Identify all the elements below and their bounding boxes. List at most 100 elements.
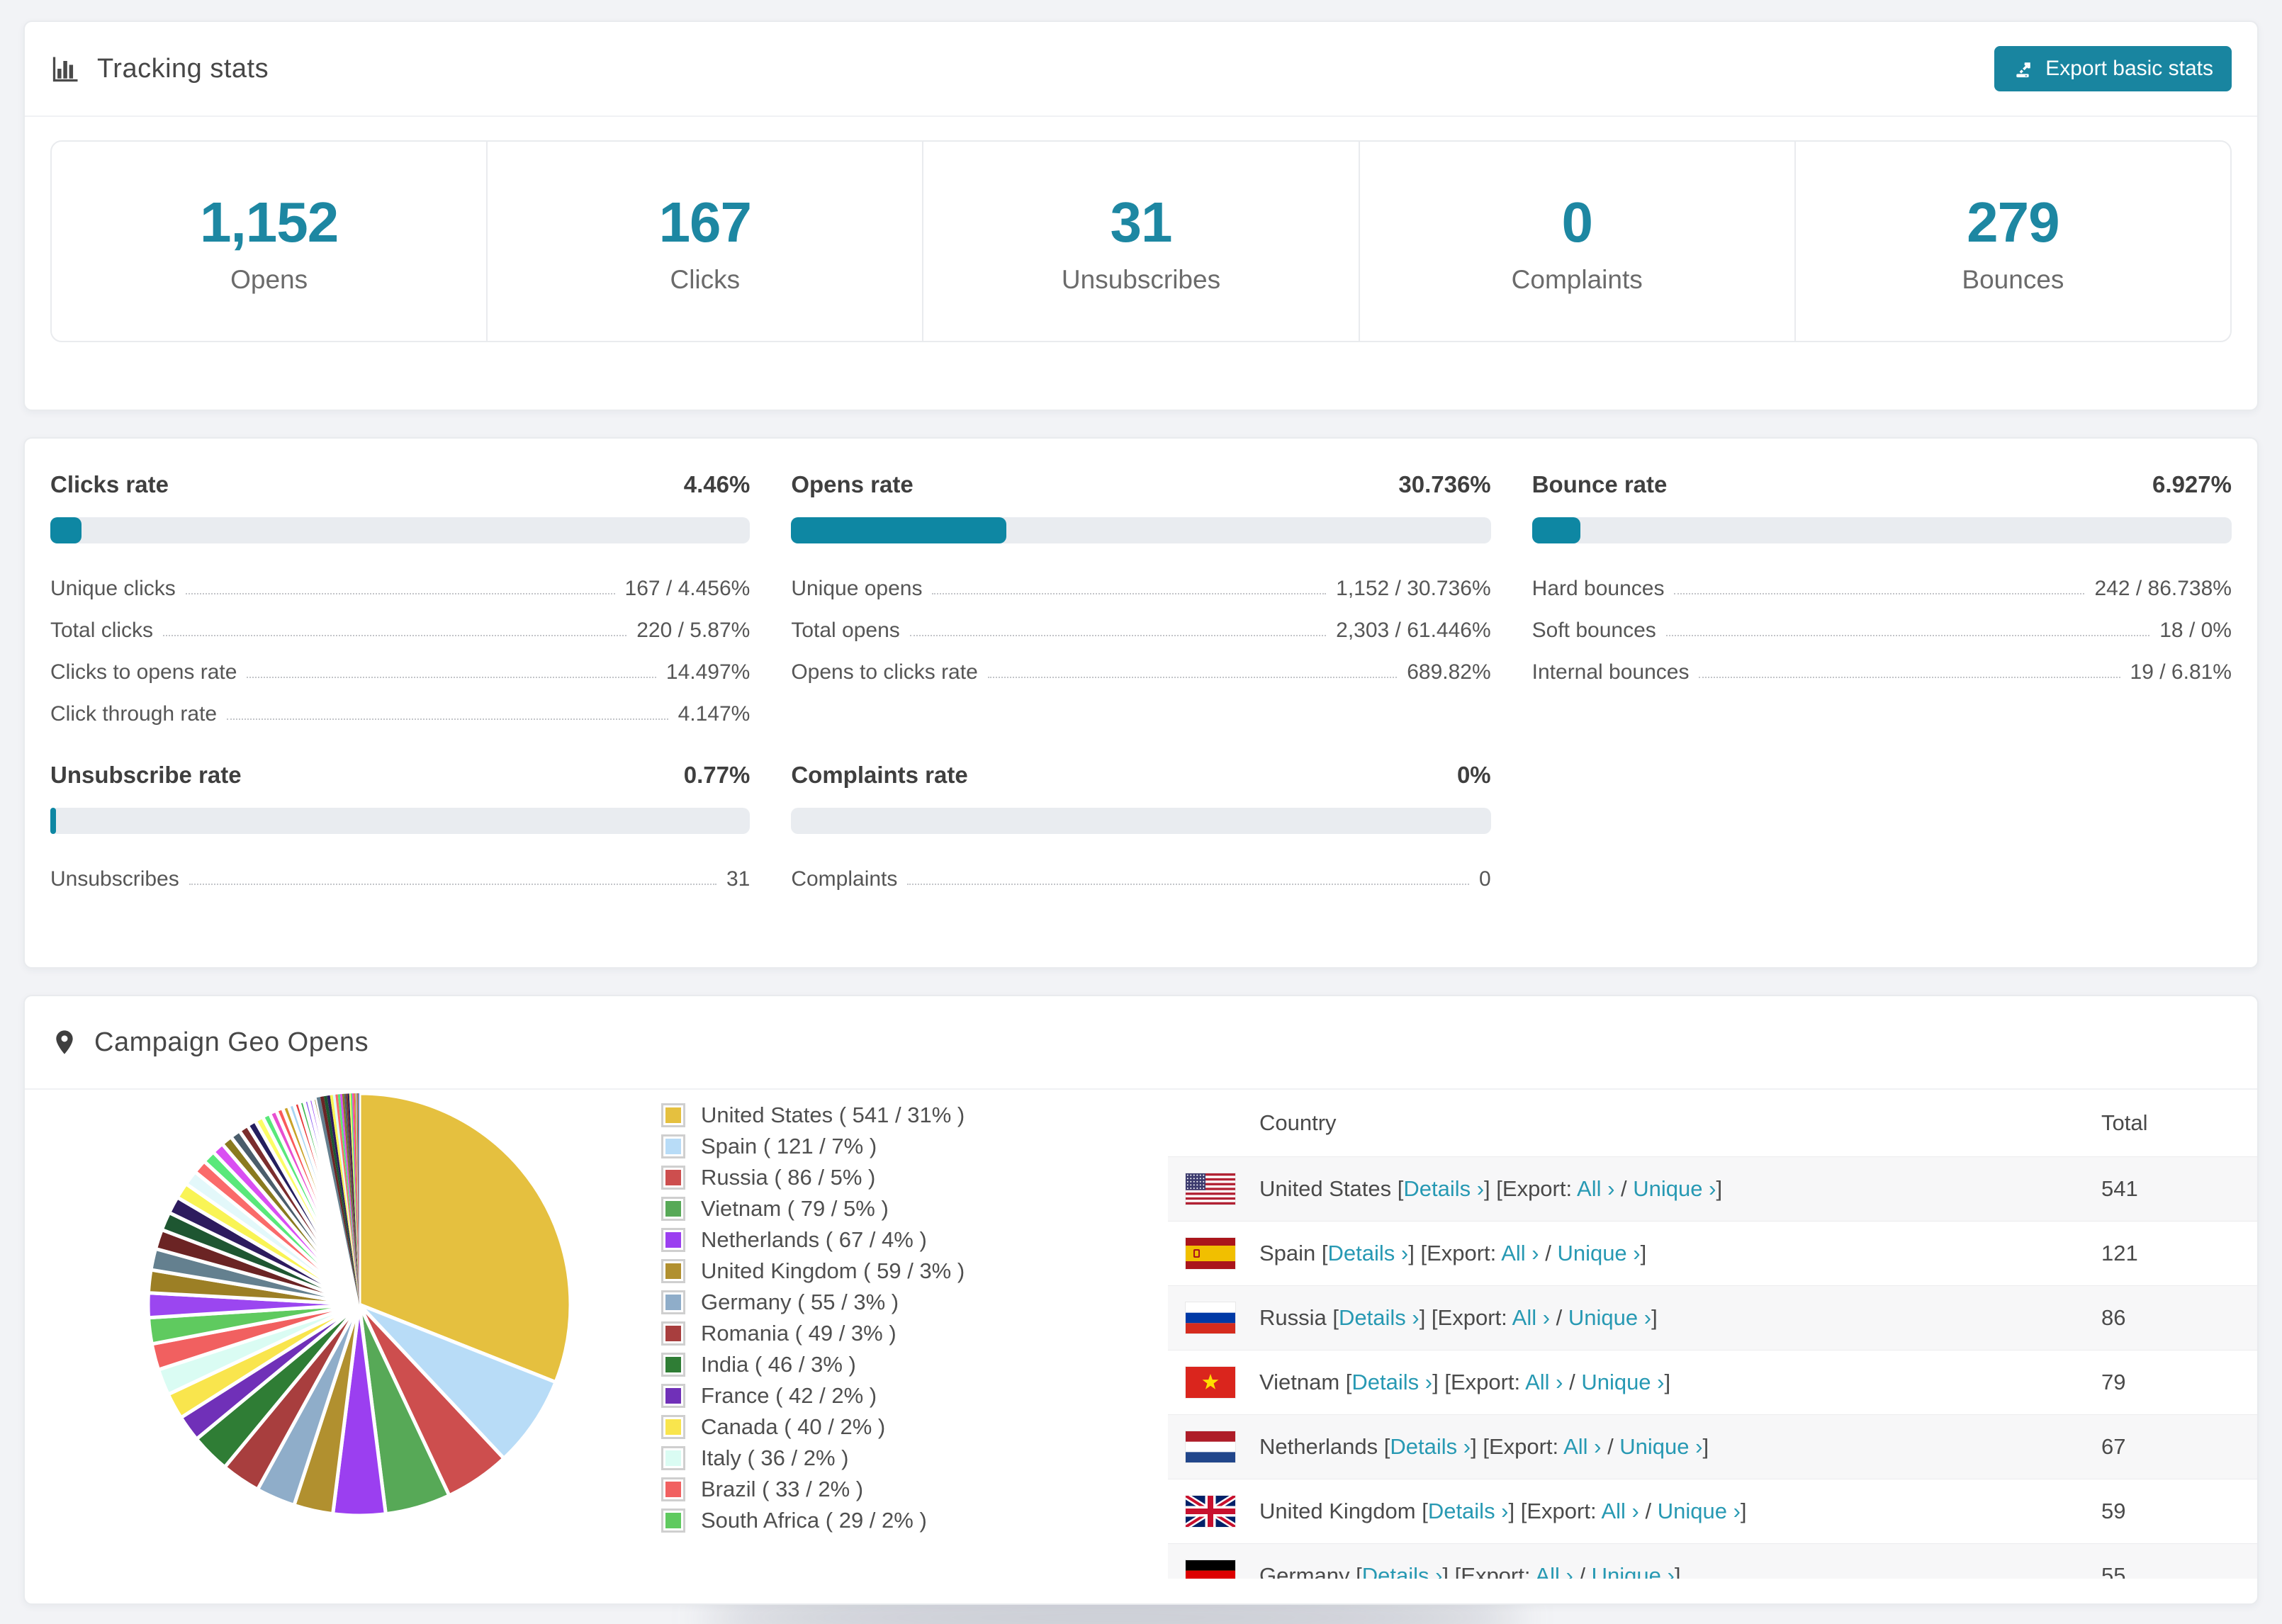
rate-panel: Bounce rate 6.927% Hard bounces 242 / 86… — [1531, 471, 2232, 726]
tracking-stats-card: Tracking stats Export basic stats 1,152 — [23, 21, 2259, 411]
dotted-leader — [987, 677, 1398, 678]
export-all-link[interactable]: All › — [1563, 1434, 1601, 1459]
export-unique-link[interactable]: Unique › — [1557, 1241, 1640, 1265]
rate-progress-fill — [791, 517, 1006, 543]
rate-title: Unsubscribe rate — [50, 762, 242, 788]
rate-stat-row: Clicks to opens rate 14.497% — [50, 643, 750, 684]
rate-stat-label: Complaints — [791, 867, 898, 891]
geo-table-header: Country Total — [1168, 1090, 2257, 1156]
export-button-label: Export basic stats — [2045, 57, 2213, 80]
rate-stat-row: Opens to clicks rate 689.82% — [791, 643, 1490, 684]
legend-label: Brazil ( 33 / 2% ) — [701, 1477, 864, 1501]
details-link[interactable]: Details › — [1428, 1499, 1509, 1523]
legend-swatch — [661, 1321, 685, 1346]
country-total: 121 — [2101, 1241, 2138, 1265]
rate-stat-value: 4.147% — [678, 702, 751, 726]
legend-label: United States ( 541 / 31% ) — [701, 1103, 965, 1127]
details-link[interactable]: Details › — [1403, 1176, 1484, 1201]
export-all-link[interactable]: All › — [1525, 1370, 1563, 1394]
rate-panel: Unsubscribe rate 0.77% Unsubscribes 31 — [50, 762, 751, 891]
details-link[interactable]: Details › — [1339, 1305, 1420, 1330]
legend-item[interactable]: Brazil ( 33 / 2% ) — [661, 1474, 965, 1505]
legend-item[interactable]: Romania ( 49 / 3% ) — [661, 1318, 965, 1349]
country-cell: United States [Details ›] [Export: All ›… — [1259, 1176, 1723, 1201]
details-link[interactable]: Details › — [1351, 1370, 1432, 1394]
legend-label: Germany ( 55 / 3% ) — [701, 1290, 899, 1314]
legend-label: France ( 42 / 2% ) — [701, 1383, 877, 1408]
rate-stat-label: Internal bounces — [1531, 660, 1690, 684]
legend-swatch — [661, 1166, 685, 1190]
export-unique-link[interactable]: Unique › — [1619, 1434, 1702, 1459]
map-pin-icon — [50, 1027, 79, 1058]
rate-stat-label: Opens to clicks rate — [791, 660, 978, 684]
rate-stat-value: 1,152 / 30.736% — [1336, 577, 1491, 600]
dotted-leader — [163, 635, 627, 636]
legend-label: United Kingdom ( 59 / 3% ) — [701, 1258, 965, 1283]
legend-item[interactable]: Germany ( 55 / 3% ) — [661, 1287, 965, 1318]
export-all-link[interactable]: All › — [1501, 1241, 1539, 1265]
rate-stat-value: 0 — [1478, 867, 1491, 891]
rate-stat-row: Hard bounces 242 / 86.738% — [1532, 559, 2232, 601]
export-all-link[interactable]: All › — [1577, 1176, 1614, 1201]
stat-label: Clicks — [670, 265, 741, 294]
country-name: Spain — [1259, 1241, 1316, 1265]
dotted-leader — [932, 593, 1327, 594]
dotted-leader — [907, 884, 1469, 885]
legend-item[interactable]: Spain ( 121 / 7% ) — [661, 1131, 965, 1162]
legend-item[interactable]: United States ( 541 / 31% ) — [661, 1100, 965, 1131]
geo-table: Country Total United States [Details ›] … — [1168, 1090, 2257, 1579]
rate-panel: Opens rate 30.736% Unique opens 1,152 / … — [791, 471, 1491, 726]
country-name: United States — [1259, 1176, 1392, 1201]
legend-item[interactable]: India ( 46 / 3% ) — [661, 1349, 965, 1380]
legend-swatch — [661, 1134, 685, 1158]
legend-swatch — [661, 1509, 685, 1533]
geo-title: Campaign Geo Opens — [94, 1027, 369, 1057]
country-total: 59 — [2101, 1499, 2126, 1523]
export-all-link[interactable]: All › — [1535, 1563, 1573, 1579]
details-link[interactable]: Details › — [1328, 1241, 1409, 1265]
legend-item[interactable]: Netherlands ( 67 / 4% ) — [661, 1224, 965, 1256]
geo-pie-chart[interactable] — [146, 1091, 573, 1518]
column-header-country: Country — [1259, 1110, 1337, 1135]
stat-label: Unsubscribes — [1061, 265, 1221, 294]
details-link[interactable]: Details › — [1390, 1434, 1471, 1459]
legend-item[interactable]: United Kingdom ( 59 / 3% ) — [661, 1256, 965, 1287]
legend-item[interactable]: Vietnam ( 79 / 5% ) — [661, 1193, 965, 1224]
rate-value: 0.77% — [683, 762, 751, 788]
export-basic-stats-button[interactable]: Export basic stats — [1994, 46, 2232, 91]
rate-stat-row: Unsubscribes 31 — [50, 850, 750, 891]
country-flag-icon — [1186, 1238, 1235, 1269]
table-row: Russia [Details ›] [Export: All › / Uniq… — [1168, 1285, 2257, 1350]
details-link[interactable]: Details › — [1362, 1563, 1443, 1579]
legend-item[interactable]: Canada ( 40 / 2% ) — [661, 1411, 965, 1443]
geo-header: Campaign Geo Opens — [25, 996, 2257, 1090]
legend-item[interactable]: South Africa ( 29 / 2% ) — [661, 1505, 965, 1536]
rate-stat-label: Clicks to opens rate — [50, 660, 237, 684]
export-unique-link[interactable]: Unique › — [1633, 1176, 1716, 1201]
stat-value: 167 — [658, 191, 752, 254]
summary-stat: 167 Clicks — [486, 142, 922, 341]
summary-stat: 279 Bounces — [1794, 142, 2230, 341]
rates-grid: Clicks rate 4.46% Unique clicks 167 / 4.… — [25, 439, 2257, 957]
table-row: United States [Details ›] [Export: All ›… — [1168, 1156, 2257, 1221]
country-total: 86 — [2101, 1305, 2126, 1330]
dotted-leader — [1665, 635, 2150, 636]
export-all-link[interactable]: All › — [1512, 1305, 1550, 1330]
legend-item[interactable]: Italy ( 36 / 2% ) — [661, 1443, 965, 1474]
export-all-link[interactable]: All › — [1601, 1499, 1639, 1523]
tracking-stats-header: Tracking stats Export basic stats — [25, 22, 2257, 117]
export-unique-link[interactable]: Unique › — [1581, 1370, 1664, 1394]
stat-label: Bounces — [1962, 265, 2064, 294]
country-cell: United Kingdom [Details ›] [Export: All … — [1259, 1499, 1747, 1523]
rate-value: 0% — [1456, 762, 1491, 788]
legend-item[interactable]: Russia ( 86 / 5% ) — [661, 1162, 965, 1193]
export-unique-link[interactable]: Unique › — [1568, 1305, 1651, 1330]
country-cell: Germany [Details ›] [Export: All › / Uni… — [1259, 1563, 2101, 1579]
rate-progress-fill — [50, 517, 82, 543]
export-unique-link[interactable]: Unique › — [1592, 1563, 1675, 1579]
export-unique-link[interactable]: Unique › — [1658, 1499, 1741, 1523]
geo-table-rows: United States [Details ›] [Export: All ›… — [1168, 1156, 2257, 1579]
rate-title: Opens rate — [791, 471, 914, 497]
country-name: Netherlands — [1259, 1434, 1378, 1459]
legend-item[interactable]: France ( 42 / 2% ) — [661, 1380, 965, 1411]
